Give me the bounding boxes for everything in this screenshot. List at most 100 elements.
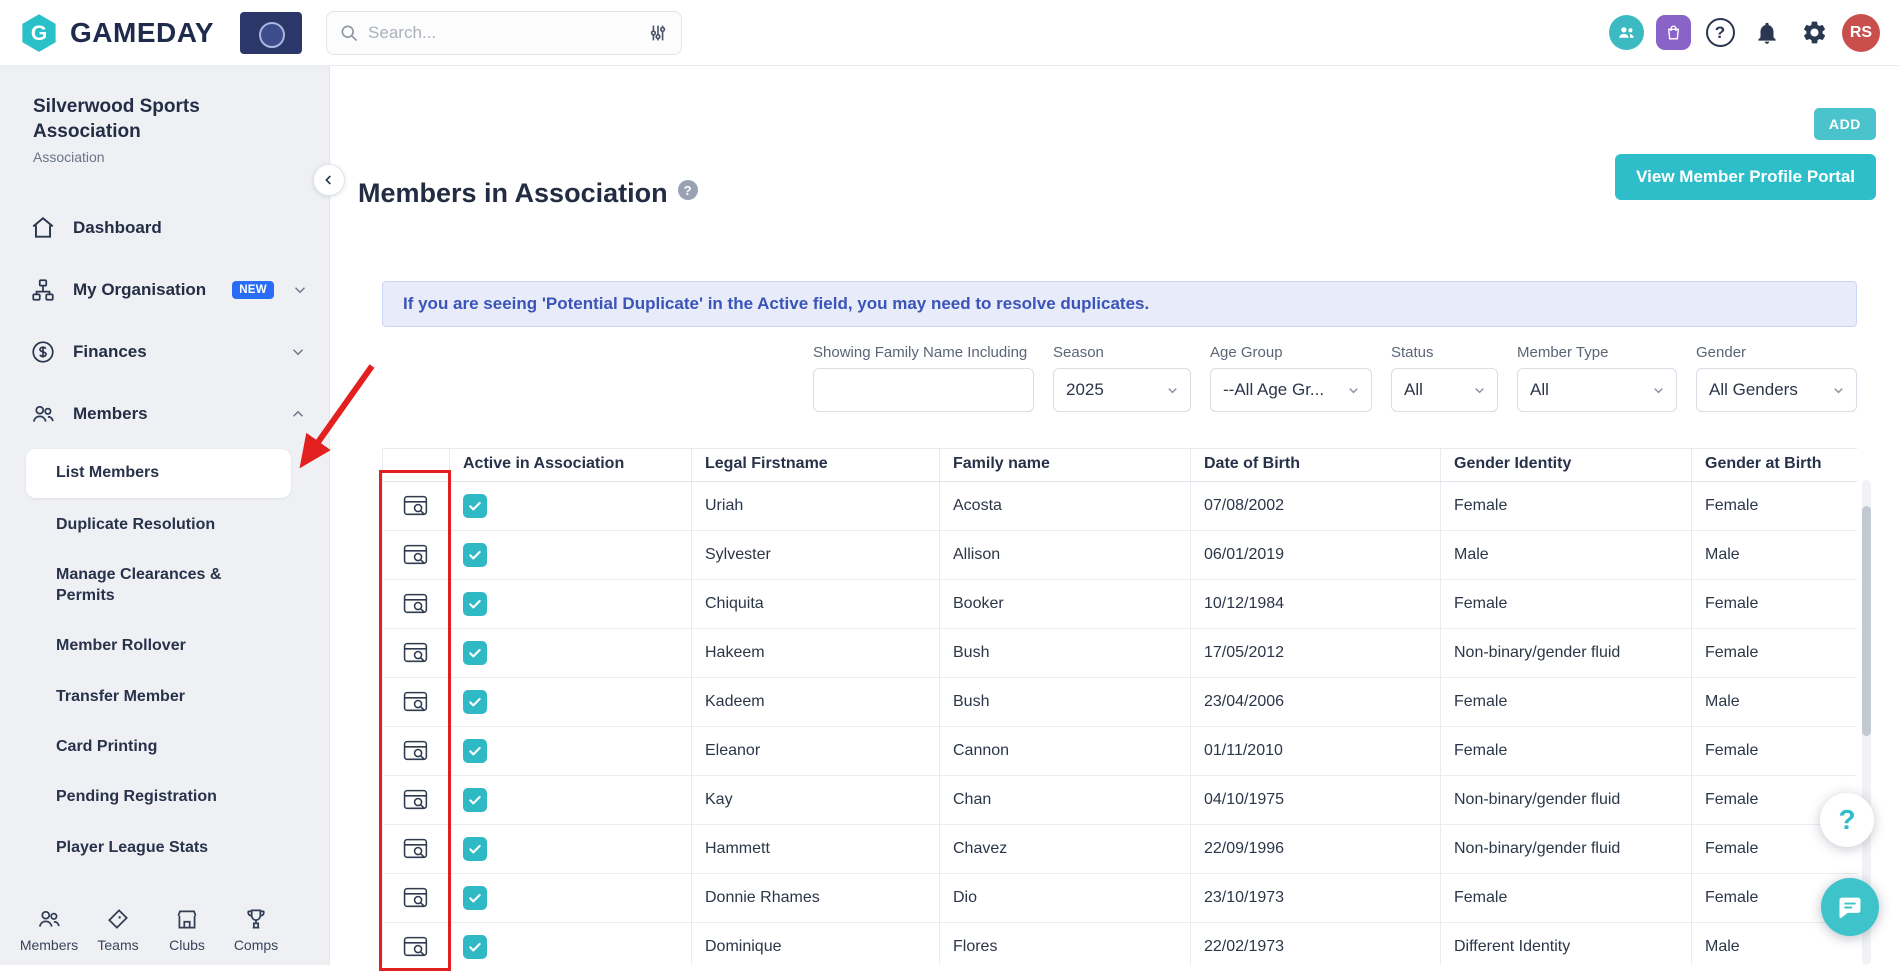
table-header: Active in Association Legal Firstname Fa… bbox=[383, 449, 1857, 482]
cell-family-name: Flores bbox=[940, 923, 1191, 965]
active-checkbox[interactable] bbox=[463, 788, 487, 812]
bottomnav-clubs[interactable]: Clubs bbox=[154, 906, 220, 953]
chevron-down-icon bbox=[1472, 383, 1487, 398]
app: { "topbar": { "brand": "GAMEDAY", "searc… bbox=[0, 0, 1900, 965]
notifications-button[interactable] bbox=[1748, 14, 1786, 52]
active-checkbox[interactable] bbox=[463, 641, 487, 665]
cell-date-of-birth: 01/11/2010 bbox=[1191, 727, 1441, 775]
floating-help-button[interactable]: ? bbox=[1820, 793, 1874, 847]
community-button[interactable] bbox=[1607, 14, 1645, 52]
table-row: Chiquita Booker 10/12/1984 Female Female bbox=[383, 580, 1857, 629]
active-checkbox[interactable] bbox=[463, 935, 487, 959]
view-record-button[interactable] bbox=[400, 737, 432, 765]
view-record-icon bbox=[403, 495, 430, 518]
view-record-icon bbox=[403, 593, 430, 616]
cell-legal-firstname: Chiquita bbox=[692, 580, 940, 628]
cell-legal-firstname: Hakeem bbox=[692, 629, 940, 677]
title-help-icon[interactable]: ? bbox=[678, 180, 698, 200]
chevron-up-icon bbox=[289, 405, 307, 423]
active-checkbox[interactable] bbox=[463, 592, 487, 616]
marketplace-button[interactable] bbox=[1654, 14, 1692, 52]
check-icon bbox=[467, 645, 483, 661]
cell-date-of-birth: 22/02/1973 bbox=[1191, 923, 1441, 965]
sidebar-item-dashboard[interactable]: Dashboard bbox=[0, 197, 329, 259]
view-record-icon bbox=[403, 691, 430, 714]
sidebar-item-player-league-stats[interactable]: Player League Stats bbox=[0, 823, 329, 873]
sidebar-item-list-members[interactable]: List Members bbox=[26, 449, 291, 497]
view-record-icon bbox=[403, 936, 430, 959]
cell-gender-identity: Non-binary/gender fluid bbox=[1441, 825, 1692, 873]
season-select[interactable]: 2025 bbox=[1053, 368, 1191, 412]
view-record-button[interactable] bbox=[400, 933, 432, 961]
sidebar-collapse-button[interactable] bbox=[313, 164, 345, 196]
bottomnav-comps[interactable]: Comps bbox=[223, 906, 289, 953]
cell-date-of-birth: 04/10/1975 bbox=[1191, 776, 1441, 824]
add-button[interactable]: ADD bbox=[1814, 108, 1876, 140]
search-filter-icon[interactable] bbox=[647, 22, 669, 44]
sidebar-item-my-organisation[interactable]: My Organisation NEW bbox=[0, 259, 329, 321]
brand-wordmark: GAMEDAY bbox=[70, 17, 214, 49]
sidebar: Silverwood Sports Association Associatio… bbox=[0, 66, 330, 965]
active-checkbox[interactable] bbox=[463, 886, 487, 910]
column-header-firstname: Legal Firstname bbox=[692, 449, 940, 481]
family-name-filter-input[interactable] bbox=[813, 368, 1034, 412]
view-record-button[interactable] bbox=[400, 590, 432, 618]
search-input[interactable] bbox=[368, 23, 638, 43]
sidebar-item-pending-registration[interactable]: Pending Registration bbox=[0, 772, 329, 822]
floating-chat-button[interactable] bbox=[1821, 878, 1879, 936]
bottomnav-members[interactable]: Members bbox=[16, 906, 82, 953]
user-avatar[interactable]: RS bbox=[1842, 14, 1880, 52]
active-checkbox[interactable] bbox=[463, 690, 487, 714]
home-icon bbox=[30, 215, 56, 241]
view-member-profile-portal-button[interactable]: View Member Profile Portal bbox=[1615, 154, 1876, 200]
finances-icon bbox=[30, 339, 56, 365]
check-icon bbox=[467, 841, 483, 857]
new-badge: NEW bbox=[232, 281, 274, 299]
settings-button[interactable] bbox=[1795, 14, 1833, 52]
view-record-button[interactable] bbox=[400, 884, 432, 912]
view-record-button[interactable] bbox=[400, 541, 432, 569]
sidebar-item-manage-clearances-permits[interactable]: Manage Clearances & Permits bbox=[0, 550, 329, 621]
members-icon bbox=[30, 401, 56, 427]
active-checkbox[interactable] bbox=[463, 739, 487, 763]
member-type-select[interactable]: All bbox=[1517, 368, 1677, 412]
active-checkbox[interactable] bbox=[463, 837, 487, 861]
filter-season: Season 2025 bbox=[1053, 344, 1191, 412]
sidebar-item-members[interactable]: Members bbox=[0, 383, 329, 445]
view-record-button[interactable] bbox=[400, 835, 432, 863]
scrollbar-thumb[interactable] bbox=[1862, 506, 1871, 736]
global-search bbox=[326, 11, 682, 55]
gender-select[interactable]: All Genders bbox=[1696, 368, 1857, 412]
table-row: Dominique Flores 22/02/1973 Different Id… bbox=[383, 923, 1857, 965]
view-record-button[interactable] bbox=[400, 492, 432, 520]
cell-gender-identity: Female bbox=[1441, 727, 1692, 775]
view-record-button[interactable] bbox=[400, 786, 432, 814]
status-select[interactable]: All bbox=[1391, 368, 1498, 412]
cell-gender-identity: Different Identity bbox=[1441, 923, 1692, 965]
age-group-select[interactable]: --All Age Gr... bbox=[1210, 368, 1372, 412]
table-row: Donnie Rhames Dio 23/10/1973 Female Fema… bbox=[383, 874, 1857, 923]
sidebar-item-finances[interactable]: Finances bbox=[0, 321, 329, 383]
page-title: Members in Association bbox=[358, 178, 668, 209]
active-checkbox[interactable] bbox=[463, 543, 487, 567]
bottomnav-teams[interactable]: Teams bbox=[85, 906, 151, 953]
cell-gender-identity: Female bbox=[1441, 580, 1692, 628]
gameday-logo[interactable]: G GAMEDAY bbox=[0, 12, 214, 54]
sidebar-item-card-printing[interactable]: Card Printing bbox=[0, 722, 329, 772]
view-record-icon bbox=[403, 740, 430, 763]
active-checkbox[interactable] bbox=[463, 494, 487, 518]
svg-text:G: G bbox=[31, 22, 47, 45]
cell-legal-firstname: Eleanor bbox=[692, 727, 940, 775]
sidebar-item-duplicate-resolution[interactable]: Duplicate Resolution bbox=[0, 500, 329, 550]
view-record-button[interactable] bbox=[400, 688, 432, 716]
cell-gender-identity: Non-binary/gender fluid bbox=[1441, 629, 1692, 677]
check-icon bbox=[467, 743, 483, 759]
check-icon bbox=[467, 939, 483, 955]
help-button[interactable]: ? bbox=[1701, 14, 1739, 52]
cell-family-name: Acosta bbox=[940, 482, 1191, 530]
cell-family-name: Chan bbox=[940, 776, 1191, 824]
sidebar-item-member-rollover[interactable]: Member Rollover bbox=[0, 621, 329, 671]
sidebar-item-transfer-member[interactable]: Transfer Member bbox=[0, 672, 329, 722]
view-record-button[interactable] bbox=[400, 639, 432, 667]
cell-family-name: Chavez bbox=[940, 825, 1191, 873]
